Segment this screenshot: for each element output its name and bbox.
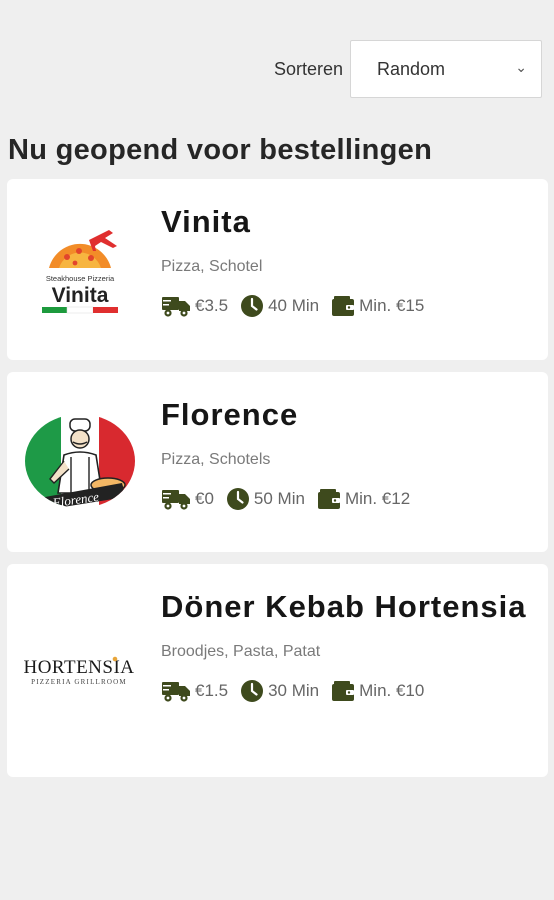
restaurant-logo: HORTENSIA PIZZERIA GRILLROOM: [17, 608, 143, 734]
wallet-icon: [317, 489, 340, 509]
sort-select[interactable]: Random ⌄: [350, 40, 542, 98]
delivery-truck-icon: [162, 490, 190, 510]
delivery-cost: €1.5: [161, 679, 228, 703]
restaurant-info: Florence Pizza, Schotels €0 50 Min Min. …: [161, 390, 538, 511]
logo-brand: Vinita: [52, 284, 109, 307]
delivery-time: 30 Min: [240, 679, 319, 703]
restaurant-card[interactable]: Florence Florence Pizza, Schotels €0 50 …: [7, 372, 548, 552]
restaurant-meta: €0 50 Min Min. €12: [161, 487, 538, 511]
minimum-order-value: Min. €15: [359, 296, 425, 315]
restaurant-name: Döner Kebab Hortensia: [161, 589, 527, 624]
restaurant-logo: Florence: [17, 399, 143, 525]
restaurant-meta: €3.5 40 Min Min. €15: [161, 294, 538, 318]
restaurant-meta: €1.5 30 Min Min. €10: [161, 679, 538, 703]
delivery-truck-icon: [162, 297, 190, 317]
section-title: Nu geopend voor bestellingen: [8, 134, 433, 166]
delivery-cost: €0: [161, 487, 214, 511]
sort-bar: Sorteren Random ⌄: [274, 40, 542, 98]
clock-icon: [241, 680, 264, 702]
logo-tagline: Steakhouse Pizzeria: [46, 274, 115, 283]
restaurant-info: Döner Kebab Hortensia Broodjes, Pasta, P…: [161, 582, 538, 703]
delivery-time-value: 40 Min: [268, 296, 320, 315]
clock-icon: [226, 488, 249, 510]
wallet-icon: [332, 681, 355, 701]
restaurant-categories: Pizza, Schotel: [161, 258, 263, 275]
minimum-order-value: Min. €12: [344, 489, 411, 508]
delivery-time: 40 Min: [240, 294, 319, 318]
logo-brand: HORTENSIA: [23, 657, 134, 678]
chevron-down-icon: ⌄: [515, 58, 527, 75]
minimum-order: Min. €10: [331, 680, 424, 702]
restaurant-categories: Broodjes, Pasta, Patat: [161, 643, 321, 660]
delivery-truck-icon: [162, 682, 190, 702]
minimum-order-value: Min. €10: [359, 681, 425, 700]
restaurant-name: Florence: [161, 397, 299, 432]
delivery-cost-value: €3.5: [195, 296, 229, 315]
delivery-time-value: 50 Min: [253, 489, 305, 508]
sort-selected-value: Random: [377, 58, 446, 79]
delivery-cost: €3.5: [161, 294, 228, 318]
restaurant-logo: Steakhouse Pizzeria Vinita: [17, 207, 143, 333]
minimum-order: Min. €15: [331, 295, 424, 317]
delivery-time-value: 30 Min: [268, 681, 320, 700]
restaurant-card[interactable]: Steakhouse Pizzeria Vinita Vinita Pizza,…: [7, 179, 548, 360]
restaurant-categories: Pizza, Schotels: [161, 451, 271, 468]
delivery-cost-value: €0: [195, 489, 214, 508]
delivery-cost-value: €1.5: [195, 681, 229, 700]
logo-tagline: PIZZERIA GRILLROOM: [31, 678, 127, 686]
restaurant-card[interactable]: HORTENSIA PIZZERIA GRILLROOM Döner Kebab…: [7, 564, 548, 777]
restaurant-info: Vinita Pizza, Schotel €3.5 40 Min Min. €…: [161, 197, 538, 318]
delivery-time: 50 Min: [226, 487, 305, 511]
clock-icon: [241, 295, 264, 317]
wallet-icon: [332, 296, 355, 316]
sort-label: Sorteren: [273, 58, 343, 79]
minimum-order: Min. €12: [317, 488, 410, 510]
restaurant-name: Vinita: [161, 204, 251, 239]
